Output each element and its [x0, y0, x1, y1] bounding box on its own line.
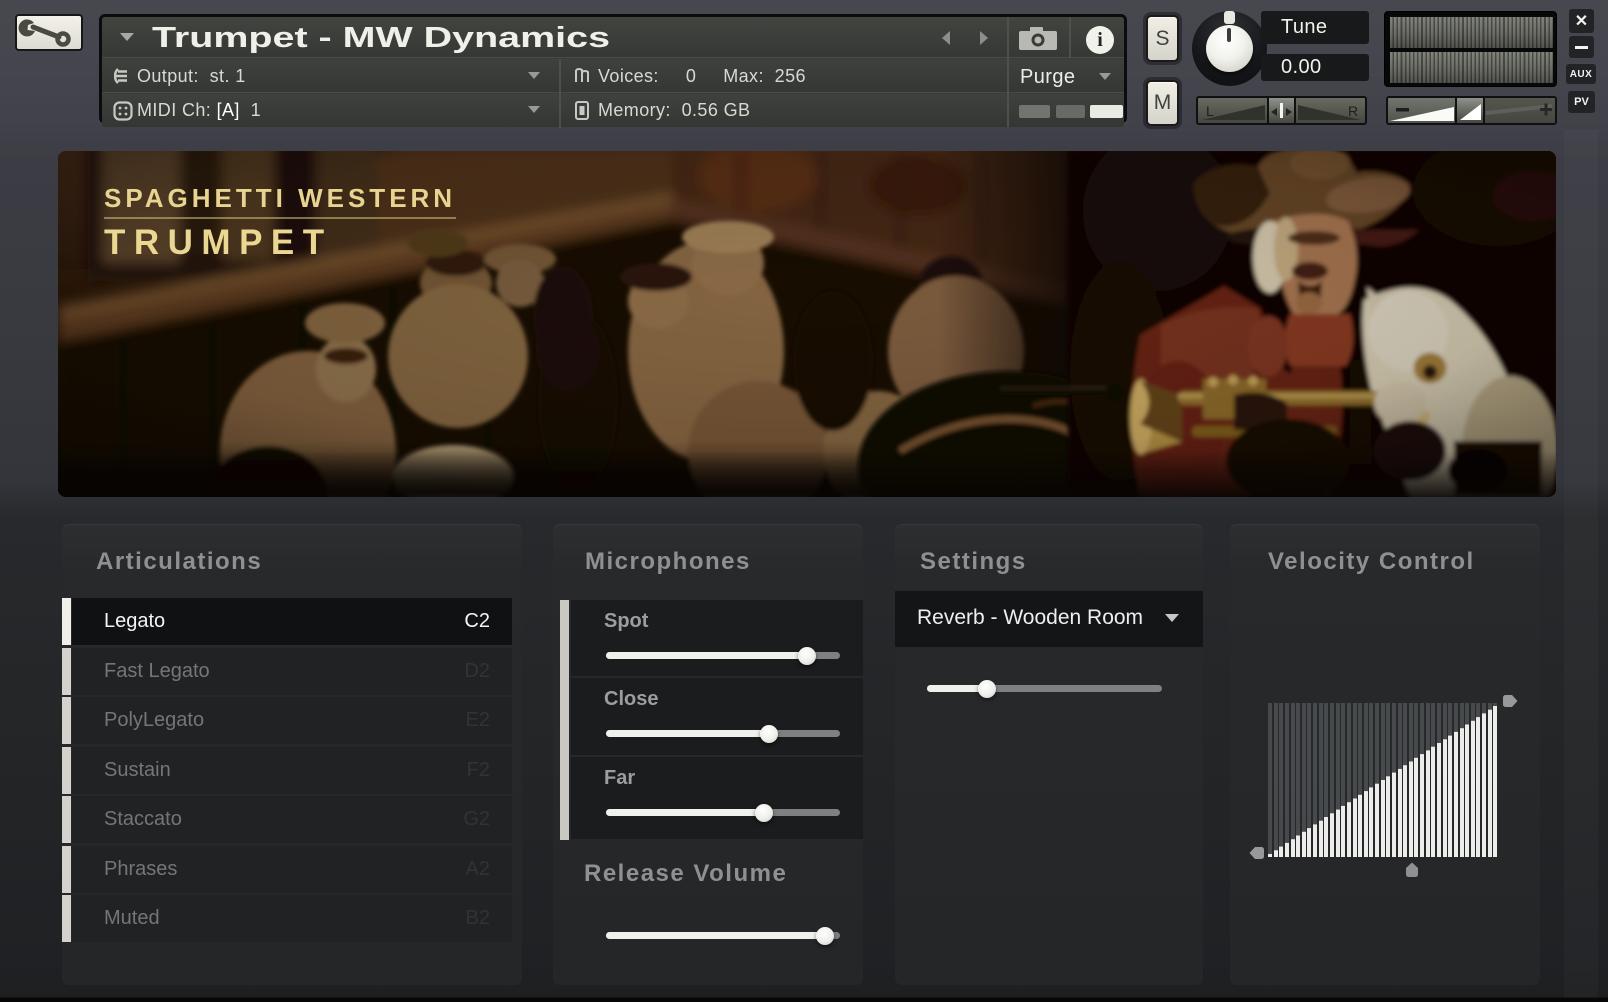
svg-text:L: L [1206, 103, 1214, 119]
svg-text:R: R [1348, 103, 1358, 119]
